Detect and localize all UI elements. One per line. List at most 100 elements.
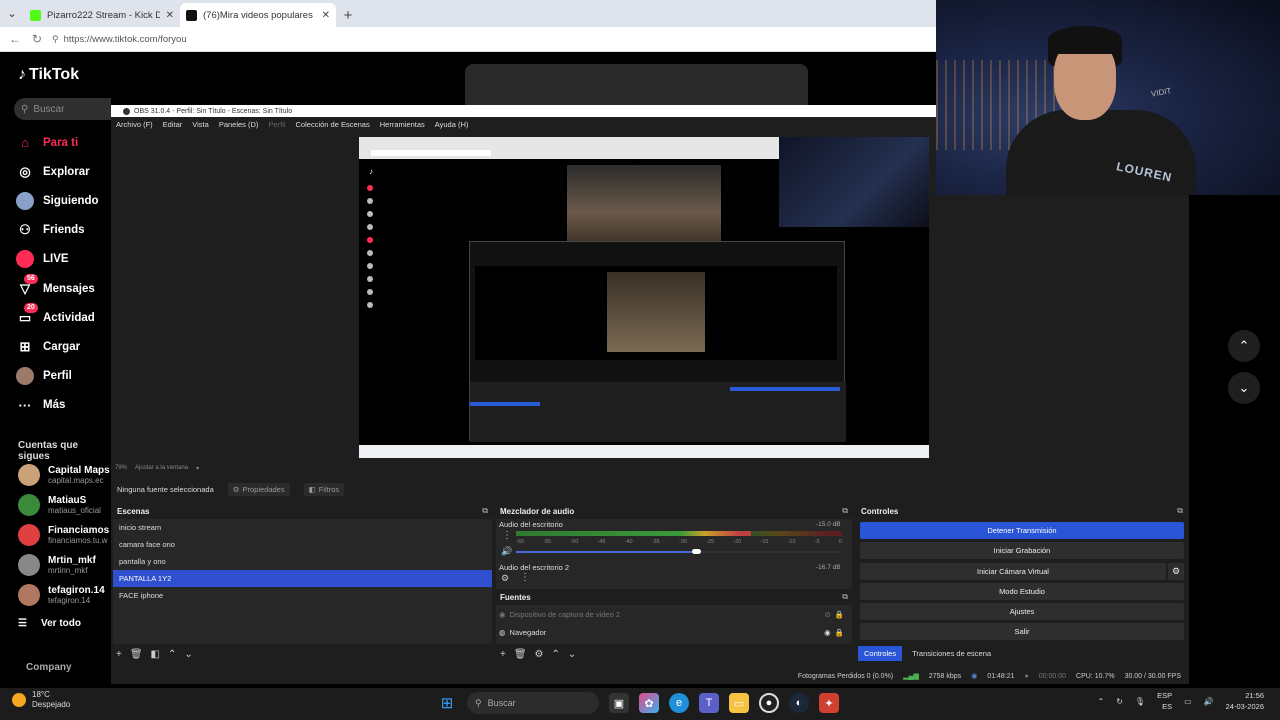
weather-widget[interactable]: 18°C Despejado — [12, 690, 70, 710]
scene-item-selected[interactable]: PANTALLA 1Y2 — [113, 570, 492, 587]
filters-button[interactable]: ◧ Filtros — [303, 482, 345, 496]
see-all-link[interactable]: ☰ Ver todo — [18, 618, 81, 629]
reload-icon[interactable]: ↻ — [30, 32, 44, 46]
scene-item[interactable]: inicio stream — [113, 519, 492, 536]
scroll-up-icon[interactable]: ⌃ — [1228, 330, 1260, 362]
move-down-icon[interactable]: ⌄ — [184, 649, 192, 660]
menu-archivo[interactable]: Archivo (F) — [116, 120, 153, 129]
following-account[interactable]: MatiauS matiaus_oficial — [18, 490, 111, 520]
menu-herramientas[interactable]: Herramientas — [380, 120, 425, 129]
tray-chevron-icon[interactable]: ⌃ — [1098, 697, 1105, 706]
scene-item[interactable]: pantalla y ono — [113, 553, 492, 570]
nav-item-para-ti[interactable]: ⌂ Para ti — [16, 128, 111, 157]
nav-item-friends[interactable]: ⚇ Friends — [16, 216, 111, 245]
nav-item-mensajes[interactable]: ▽ 56 Mensajes — [16, 273, 111, 303]
nav-item-actividad[interactable]: ▭ 20 Actividad — [16, 302, 111, 332]
tiktok-search-input[interactable]: ⚲ Buscar — [14, 98, 111, 120]
menu-perfil[interactable]: Perfil — [268, 120, 285, 129]
menu-ayuda[interactable]: Ayuda (H) — [435, 120, 469, 129]
tiktok-video-top[interactable] — [465, 64, 808, 106]
windows-start-icon[interactable]: ⊞ — [437, 693, 457, 713]
stop-streaming-button[interactable]: Detener Transmisión — [860, 522, 1184, 539]
scene-item[interactable]: FACE iphone — [113, 587, 492, 604]
eye-hidden-icon[interactable]: ⊘ — [824, 610, 830, 619]
menu-vista[interactable]: Vista — [192, 120, 209, 129]
following-account[interactable]: tefagiron.14 tefagiron.14 — [18, 580, 111, 610]
start-recording-button[interactable]: Iniciar Grabación — [860, 542, 1184, 559]
volume-icon[interactable]: 🔊 — [501, 546, 512, 557]
browser-tab-tiktok[interactable]: (76)Mira videos populares selecci ✕ — [180, 3, 336, 27]
nav-item-siguiendo[interactable]: Siguiendo — [16, 186, 111, 215]
tab-transiciones[interactable]: Transiciones de escena — [906, 646, 997, 661]
tab-list-chevron-icon[interactable]: ⌄ — [0, 0, 24, 27]
speaker-icon[interactable]: 🔊 — [1204, 697, 1214, 706]
network-icon[interactable]: ▭ — [1184, 697, 1192, 706]
obs-icon[interactable]: ● — [759, 693, 779, 713]
app-icon[interactable]: ✦ — [819, 693, 839, 713]
nav-item-explorar[interactable]: ◎ Explorar — [16, 157, 111, 186]
scene-item[interactable]: camara face ono — [113, 536, 492, 553]
volume-slider-knob[interactable] — [692, 549, 701, 554]
taskbar-search[interactable]: ⚲ Buscar — [467, 692, 599, 714]
menu-dots-icon[interactable]: ⋮ — [502, 530, 512, 541]
caret-down-icon[interactable]: ▾ — [196, 465, 199, 472]
lock-icon[interactable]: 🔒 — [835, 610, 844, 619]
menu-paneles[interactable]: Paneles (D) — [219, 120, 259, 129]
edge-icon[interactable]: e — [669, 693, 689, 713]
gear-icon[interactable]: ⚙ — [535, 649, 544, 660]
undock-icon[interactable]: ⧉ — [482, 506, 488, 516]
trash-icon[interactable]: 🗑 — [514, 649, 527, 660]
browser-tab-kick[interactable]: Pizarro222 Stream - Kick Dashboa ✕ — [24, 3, 180, 27]
menu-dots-icon[interactable]: ⋮ — [520, 572, 530, 583]
trash-icon[interactable]: 🗑 — [130, 649, 143, 660]
add-icon[interactable]: + — [500, 649, 506, 660]
company-link[interactable]: Company — [26, 662, 72, 673]
undock-icon[interactable]: ⧉ — [842, 506, 848, 516]
lock-icon[interactable]: 🔒 — [835, 628, 844, 637]
teams-icon[interactable]: T — [699, 693, 719, 713]
new-tab-icon[interactable]: + — [336, 3, 360, 27]
settings-button[interactable]: Ajustes — [860, 603, 1184, 620]
source-item[interactable]: ◉ Dispositivo de captura de video 2 ⊘ 🔒 — [499, 606, 844, 622]
file-explorer-icon[interactable]: ▭ — [729, 693, 749, 713]
url-field[interactable]: ⚲ https://www.tiktok.com/foryou — [52, 30, 936, 49]
nav-item-mas[interactable]: ··· Más — [16, 391, 111, 420]
language-indicator[interactable]: ESP ES — [1157, 690, 1172, 712]
properties-button[interactable]: ⚙ Propiedades — [227, 482, 290, 496]
undock-icon[interactable]: ⧉ — [842, 592, 848, 602]
source-item[interactable]: ◍ Navegador ◉ 🔒 — [499, 624, 844, 640]
sync-icon[interactable]: ↻ — [1116, 697, 1123, 706]
following-account[interactable]: Financiamos tufinanciamos.tu.w — [18, 520, 111, 550]
microphone-icon[interactable]: 🎙 — [1135, 697, 1145, 706]
back-icon[interactable]: ← — [8, 32, 22, 46]
undock-icon[interactable]: ⧉ — [1177, 506, 1183, 516]
site-info-icon[interactable]: ⚲ — [52, 34, 59, 45]
move-up-icon[interactable]: ⌃ — [552, 649, 560, 660]
obs-preview[interactable]: ♪ — [359, 137, 929, 458]
eye-icon[interactable]: ◉ — [824, 628, 831, 637]
following-account[interactable]: Capital Maps - capital.maps.ec — [18, 460, 111, 490]
filter-icon[interactable]: ◧ — [151, 649, 160, 660]
copilot-icon[interactable]: ✿ — [639, 693, 659, 713]
nav-item-perfil[interactable]: Perfil — [16, 362, 111, 391]
menu-coleccion-escenas[interactable]: Colección de Escenas — [296, 120, 370, 129]
following-account[interactable]: Mrtin_mkf mrtinn_mkf — [18, 550, 111, 580]
studio-mode-button[interactable]: Modo Estudio — [860, 583, 1184, 600]
move-down-icon[interactable]: ⌄ — [568, 649, 576, 660]
tiktok-logo[interactable]: ♪ TikTok — [18, 66, 79, 84]
exit-button[interactable]: Salir — [860, 623, 1184, 640]
zoom-fit[interactable]: Ajustar a la ventana — [135, 465, 188, 472]
start-virtual-camera-button[interactable]: Iniciar Cámara Virtual — [860, 563, 1166, 580]
close-tab-icon[interactable]: ✕ — [166, 10, 174, 21]
task-view-icon[interactable]: ▣ — [609, 693, 629, 713]
scroll-down-icon[interactable]: ⌄ — [1228, 372, 1260, 404]
menu-editar[interactable]: Editar — [163, 120, 183, 129]
virtual-camera-gear-icon[interactable]: ⚙ — [1168, 563, 1184, 580]
nav-item-live[interactable]: LIVE — [16, 245, 111, 274]
add-icon[interactable]: + — [116, 649, 122, 660]
steam-icon[interactable]: ◐ — [789, 693, 809, 713]
nav-item-cargar[interactable]: ⊞ Cargar — [16, 332, 111, 361]
tab-controles[interactable]: Controles — [858, 646, 903, 661]
close-tab-icon[interactable]: ✕ — [322, 10, 330, 21]
clock[interactable]: 21:56 24-03-2026 — [1226, 690, 1264, 712]
